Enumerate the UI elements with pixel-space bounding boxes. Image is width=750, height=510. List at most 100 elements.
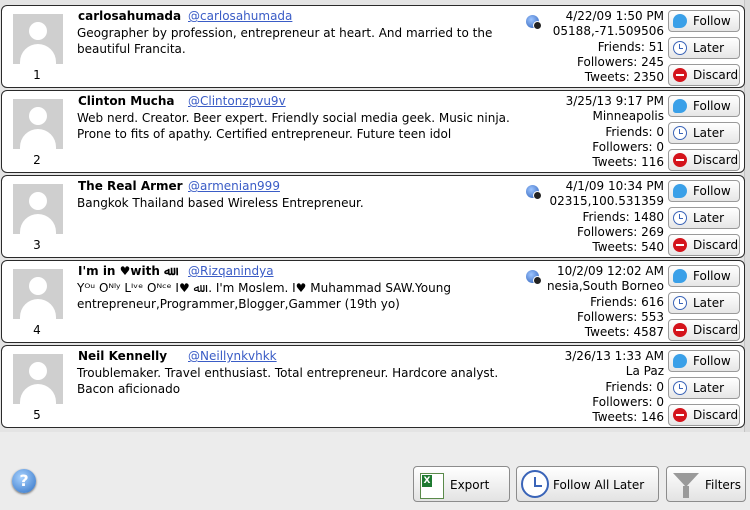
- tweets-count: Tweets: 540: [592, 240, 664, 255]
- later-button[interactable]: Later: [668, 37, 740, 59]
- later-button[interactable]: Later: [668, 207, 740, 229]
- user-card: 1 carlosahumada @carlosahumada Geographe…: [1, 5, 745, 88]
- discard-label: Discard: [693, 153, 739, 167]
- user-location: 02315,100.531359: [549, 194, 664, 209]
- user-stats: 3/25/13 9:17 PM Minneapolis Friends: 0 F…: [540, 94, 664, 170]
- filters-button[interactable]: Filters: [666, 466, 746, 502]
- tweet-date: 3/25/13 9:17 PM: [565, 94, 664, 108]
- card-index: 4: [33, 323, 41, 337]
- follow-button[interactable]: Follow: [668, 10, 740, 32]
- later-label: Later: [693, 296, 725, 310]
- follow-button[interactable]: Follow: [668, 95, 740, 117]
- followers-count: Followers: 553: [577, 309, 664, 324]
- follow-label: Follow: [693, 184, 731, 198]
- tweets-count: Tweets: 146: [592, 410, 664, 425]
- user-handle-link[interactable]: @carlosahumada: [188, 9, 296, 23]
- user-stats: 10/2/09 12:02 AM nesia,South Borneo Frie…: [540, 264, 664, 340]
- card-index: 1: [33, 68, 41, 82]
- clock-icon: [673, 211, 687, 225]
- user-bio: Web nerd. Creator. Beer expert. Friendly…: [77, 111, 510, 141]
- discard-label: Discard: [693, 68, 739, 82]
- user-handle-link[interactable]: @armenian999: [188, 179, 296, 193]
- user-handle-link[interactable]: @Rizqanindya: [188, 264, 296, 278]
- filter-funnel-icon: [673, 473, 699, 498]
- friends-count: Friends: 0: [605, 124, 664, 139]
- excel-icon: [420, 473, 444, 499]
- avatar: [13, 99, 63, 149]
- discard-button[interactable]: Discard: [668, 149, 740, 171]
- user-location: 05188,-71.509506: [552, 24, 664, 39]
- user-handle-link[interactable]: @Clintonzpvu9v: [188, 94, 296, 108]
- clock-icon: [521, 470, 549, 498]
- discard-button[interactable]: Discard: [668, 234, 740, 256]
- user-card: 4 I'm in ♥with ﷲ @Rizqanindya Yᴼᵘ Oᴺˡʸ L…: [1, 260, 745, 343]
- discard-label: Discard: [693, 238, 739, 252]
- user-name: Neil Kennelly: [78, 349, 168, 363]
- follow-all-later-label: Follow All Later: [553, 478, 645, 492]
- friends-count: Friends: 51: [597, 39, 664, 54]
- discard-icon: [673, 68, 687, 82]
- tweets-count: Tweets: 116: [592, 155, 664, 170]
- clock-icon: [673, 41, 687, 55]
- avatar: [13, 184, 63, 234]
- discard-button[interactable]: Discard: [668, 404, 740, 426]
- later-button[interactable]: Later: [668, 122, 740, 144]
- later-label: Later: [693, 381, 725, 395]
- later-button[interactable]: Later: [668, 292, 740, 314]
- follow-button[interactable]: Follow: [668, 265, 740, 287]
- user-name: I'm in ♥with ﷲ: [78, 264, 172, 278]
- user-stats: 4/22/09 1:50 PM 05188,-71.509506 Friends…: [540, 9, 664, 85]
- user-handle-link[interactable]: @Neillynkvhkk: [188, 349, 296, 363]
- follow-label: Follow: [693, 354, 731, 368]
- user-bio: Yᴼᵘ Oᴺˡʸ Lᴵᵛᵉ Oᴺᶜᵉ I♥ ﷲ. . I'm Moslem. I…: [77, 281, 451, 311]
- export-button[interactable]: Export: [413, 466, 510, 502]
- discard-icon: [673, 408, 687, 422]
- follow-all-later-button[interactable]: Follow All Later: [516, 466, 659, 502]
- user-bio: Bangkok Thailand based Wireless Entrepre…: [77, 196, 364, 210]
- avatar: [13, 14, 63, 64]
- follow-label: Follow: [693, 14, 731, 28]
- friends-count: Friends: 0: [605, 379, 664, 394]
- user-stats: 3/26/13 1:33 AM La Paz Friends: 0 Follow…: [540, 349, 664, 425]
- avatar: [13, 354, 63, 404]
- friends-count: Friends: 616: [590, 294, 664, 309]
- geo-location-icon: [526, 270, 542, 285]
- followers-count: Followers: 269: [577, 224, 664, 239]
- card-index: 2: [33, 153, 41, 167]
- follow-label: Follow: [693, 99, 731, 113]
- later-label: Later: [693, 211, 725, 225]
- help-icon: ?: [19, 471, 29, 490]
- discard-icon: [673, 323, 687, 337]
- user-card: 2 Clinton Mucha @Clintonzpvu9v Web nerd.…: [1, 90, 745, 173]
- follow-label: Follow: [693, 269, 731, 283]
- user-name: Clinton Mucha: [78, 94, 175, 108]
- user-location: Minneapolis: [592, 109, 664, 124]
- help-button[interactable]: ?: [12, 469, 36, 493]
- twitter-bird-icon: [673, 184, 687, 198]
- discard-label: Discard: [693, 323, 739, 337]
- twitter-bird-icon: [673, 269, 687, 283]
- followers-count: Followers: 245: [577, 54, 664, 69]
- discard-icon: [673, 238, 687, 252]
- user-name: carlosahumada: [78, 9, 182, 23]
- follow-button[interactable]: Follow: [668, 350, 740, 372]
- later-button[interactable]: Later: [668, 377, 740, 399]
- clock-icon: [673, 126, 687, 140]
- tweet-date: 10/2/09 12:02 AM: [556, 264, 664, 278]
- twitter-bird-icon: [673, 99, 687, 113]
- followers-count: Followers: 0: [592, 139, 664, 154]
- follow-button[interactable]: Follow: [668, 180, 740, 202]
- later-label: Later: [693, 41, 725, 55]
- tweets-count: Tweets: 4587: [584, 325, 664, 340]
- clock-icon: [673, 381, 687, 395]
- geo-location-icon: [526, 185, 542, 200]
- discard-button[interactable]: Discard: [668, 64, 740, 86]
- friends-count: Friends: 1480: [582, 209, 664, 224]
- later-label: Later: [693, 126, 725, 140]
- export-label: Export: [450, 478, 490, 492]
- discard-icon: [673, 153, 687, 167]
- user-location: nesia,South Borneo: [546, 279, 664, 294]
- twitter-bird-icon: [673, 14, 687, 28]
- discard-button[interactable]: Discard: [668, 319, 740, 341]
- user-bio: Geographer by profession, entrepreneur a…: [77, 26, 493, 56]
